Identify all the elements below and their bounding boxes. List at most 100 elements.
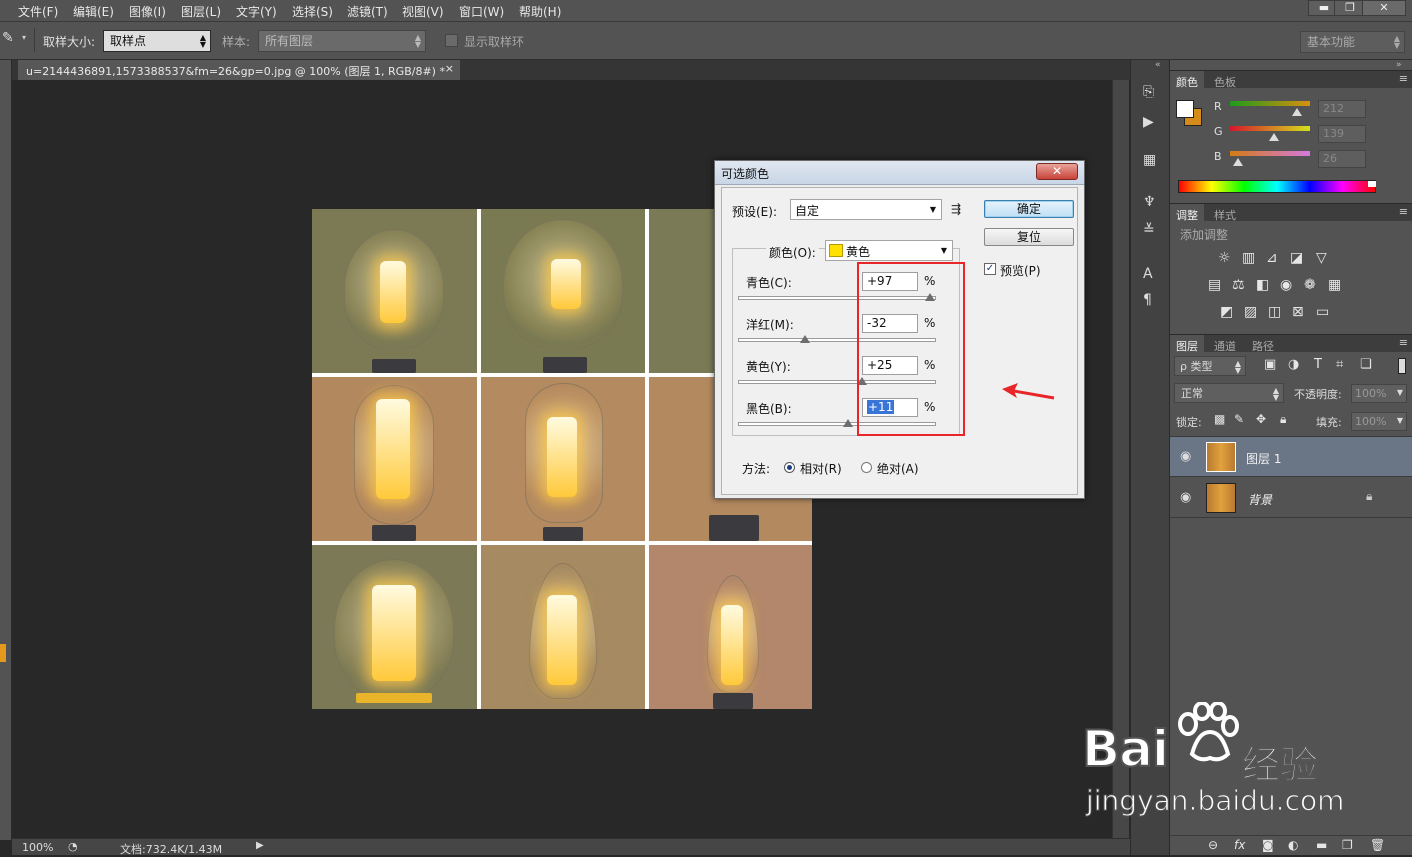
threshold-icon[interactable]: ◫ <box>1268 304 1281 320</box>
photo-filter-icon[interactable]: ◉ <box>1280 277 1292 293</box>
lock-position-icon[interactable]: ✥ <box>1256 412 1266 426</box>
channel-b-value[interactable]: 26 <box>1318 150 1366 168</box>
black-white-icon[interactable]: ◧ <box>1256 277 1269 293</box>
fill-input[interactable]: 100% ▼ <box>1351 412 1407 431</box>
opacity-input[interactable]: 100% ▼ <box>1351 384 1407 403</box>
preset-select[interactable]: 自定 ▼ <box>790 199 942 220</box>
delete-layer-icon[interactable]: 🗑︎ <box>1370 838 1385 852</box>
tab-paths[interactable]: 路径 <box>1246 335 1280 353</box>
workspace-select[interactable]: 基本功能 ▲ ▼ <box>1300 31 1405 53</box>
menu-help[interactable]: 帮助(H) <box>519 3 561 20</box>
panel-menu-icon[interactable]: ≡ <box>1399 336 1408 349</box>
paragraph-icon[interactable]: ¶ <box>1143 292 1152 308</box>
filter-type-icon[interactable]: T <box>1314 357 1322 372</box>
foreground-color-swatch[interactable] <box>1176 100 1194 118</box>
layer-name[interactable]: 图层 1 <box>1246 450 1281 467</box>
clone-source-icon[interactable]: ≚ <box>1143 222 1155 238</box>
show-ring-checkbox[interactable] <box>445 34 458 47</box>
color-balance-icon[interactable]: ⚖ <box>1232 277 1245 293</box>
foreground-color-swatch[interactable] <box>0 644 6 662</box>
new-layer-icon[interactable]: ❐ <box>1342 838 1353 852</box>
tab-channels[interactable]: 通道 <box>1208 335 1242 353</box>
menu-select[interactable]: 选择(S) <box>292 3 333 20</box>
lock-pixels-brush-icon[interactable]: ✎ <box>1234 412 1244 426</box>
menu-layer[interactable]: 图层(L) <box>181 3 221 20</box>
menu-filter[interactable]: 滤镜(T) <box>347 3 388 20</box>
channel-mixer-icon[interactable]: ❁ <box>1304 277 1316 293</box>
layer-name[interactable]: 背景 <box>1248 491 1272 508</box>
preset-options-icon[interactable]: ⇶ <box>951 202 961 216</box>
blend-mode-select[interactable]: 正常 ▲ ▼ <box>1174 383 1284 403</box>
visibility-eye-icon[interactable]: ◉ <box>1180 449 1191 464</box>
actions-play-icon[interactable]: ▶ <box>1143 114 1154 130</box>
hue-saturation-icon[interactable]: ▤ <box>1208 277 1221 293</box>
new-group-icon[interactable]: ▬ <box>1316 838 1327 852</box>
channel-r-value[interactable]: 212 <box>1318 100 1366 118</box>
posterize-icon[interactable]: ▨ <box>1244 304 1257 320</box>
method-absolute-radio[interactable] <box>861 462 872 473</box>
panel-menu-icon[interactable]: ≡ <box>1399 72 1408 85</box>
filter-smart-object-icon[interactable]: ❏ <box>1360 357 1372 372</box>
character-icon[interactable]: A <box>1143 266 1153 282</box>
filter-pixel-icon[interactable]: ▣ <box>1264 357 1276 372</box>
layer-row-layer1[interactable]: ◉ 图层 1 <box>1170 437 1412 477</box>
menu-type[interactable]: 文字(Y) <box>236 3 277 20</box>
black-slider-knob[interactable] <box>842 419 853 427</box>
invert-icon[interactable]: ◩ <box>1220 304 1233 320</box>
vibrance-icon[interactable]: ▽ <box>1316 250 1327 266</box>
channel-g-knob[interactable] <box>1269 133 1279 141</box>
properties-icon[interactable]: ▦ <box>1143 152 1156 168</box>
history-icon[interactable]: ⎘ <box>1143 84 1154 100</box>
exposure-icon[interactable]: ◪ <box>1290 250 1303 266</box>
channel-g-value[interactable]: 139 <box>1318 125 1366 143</box>
menu-window[interactable]: 窗口(W) <box>459 3 504 20</box>
dialog-title-bar[interactable]: 可选颜色 ✕ <box>715 161 1084 185</box>
channel-b-slider[interactable] <box>1230 151 1310 156</box>
color-spectrum-ramp[interactable] <box>1178 180 1376 193</box>
tab-adjustments[interactable]: 调整 <box>1170 204 1204 222</box>
method-relative-radio[interactable] <box>784 462 795 473</box>
status-menu-arrow-icon[interactable]: ▶ <box>256 840 264 851</box>
filter-shape-icon[interactable]: ⌗ <box>1336 357 1343 372</box>
visibility-eye-icon[interactable]: ◉ <box>1180 490 1191 505</box>
channel-b-knob[interactable] <box>1233 158 1243 166</box>
layer-style-fx-icon[interactable]: fx <box>1234 838 1245 852</box>
dropdown-arrow-icon[interactable]: ▼ <box>1397 388 1403 397</box>
reset-button[interactable]: 复位 <box>984 228 1074 246</box>
magenta-slider-knob[interactable] <box>800 335 811 343</box>
curves-icon[interactable]: ⊿ <box>1266 250 1278 266</box>
close-window-button[interactable]: ✕ <box>1362 0 1406 16</box>
lock-transparent-icon[interactable]: ▩ <box>1214 412 1225 426</box>
document-tab[interactable]: u=2144436891,1573388537&fm=26&gp=0.jpg @… <box>18 60 460 80</box>
eyedropper-icon[interactable]: ✎ <box>2 30 14 46</box>
tab-layers[interactable]: 图层 <box>1170 335 1204 353</box>
brush-presets-icon[interactable]: ♆ <box>1143 194 1156 210</box>
preview-checkbox[interactable]: ✓ <box>984 263 996 275</box>
sample-select[interactable]: 所有图层 ▲ ▼ <box>258 30 426 52</box>
dropdown-arrow-icon[interactable]: ▼ <box>1397 416 1403 425</box>
lock-all-icon[interactable]: 🔒︎ <box>1280 412 1286 427</box>
zoom-level[interactable]: 100% <box>22 841 53 854</box>
filter-adjustment-icon[interactable]: ◑ <box>1288 357 1299 372</box>
levels-icon[interactable]: ▥ <box>1242 250 1255 266</box>
close-tab-icon[interactable]: × <box>445 62 454 75</box>
menu-view[interactable]: 视图(V) <box>402 3 444 20</box>
ramp-white-swatch[interactable] <box>1368 181 1376 187</box>
channel-g-slider[interactable] <box>1230 126 1310 131</box>
selective-color-icon[interactable]: ⊠ <box>1292 304 1304 320</box>
channel-r-knob[interactable] <box>1292 108 1302 116</box>
sample-size-select[interactable]: 取样点 ▲ ▼ <box>103 30 211 52</box>
dialog-close-button[interactable]: ✕ <box>1036 163 1078 180</box>
panel-menu-icon[interactable]: ≡ <box>1399 205 1408 218</box>
menu-image[interactable]: 图像(I) <box>129 3 166 20</box>
status-info-icon[interactable]: ◔ <box>68 840 78 853</box>
new-adjustment-layer-icon[interactable]: ◐ <box>1288 838 1298 852</box>
layer-filter-kind-select[interactable]: ρ 类型 ▲ ▼ <box>1174 356 1246 376</box>
link-layers-icon[interactable]: ⊖ <box>1208 838 1218 852</box>
tab-styles[interactable]: 样式 <box>1208 204 1242 222</box>
tab-swatches[interactable]: 色板 <box>1208 71 1242 89</box>
brightness-contrast-icon[interactable]: ☼ <box>1218 250 1231 266</box>
menu-edit[interactable]: 编辑(E) <box>73 3 114 20</box>
menu-file[interactable]: 文件(F) <box>18 3 58 20</box>
layer-row-background[interactable]: ◉ 背景 🔒︎ <box>1170 478 1412 518</box>
